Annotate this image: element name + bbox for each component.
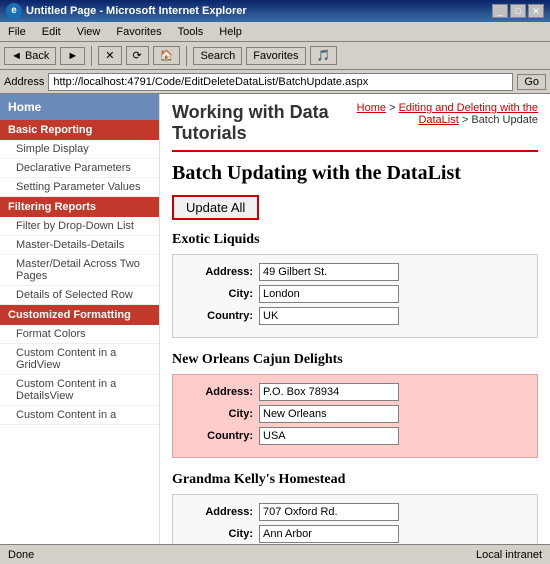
title-bar: e Untitled Page - Microsoft Internet Exp… (0, 0, 550, 22)
page-header: Working with Data Tutorials Home > Editi… (172, 102, 538, 152)
title-bar-left: e Untitled Page - Microsoft Internet Exp… (6, 3, 247, 19)
city-input[interactable] (259, 405, 399, 423)
company-section: Grandma Kelly's HomesteadAddress:City:Co… (172, 472, 538, 544)
companies-container: Exotic LiquidsAddress:City:Country:New O… (172, 232, 538, 544)
address-input[interactable] (259, 503, 399, 521)
update-all-button[interactable]: Update All (172, 195, 259, 220)
sidebar-item-custom-content-gridview[interactable]: Custom Content in a GridView (0, 344, 159, 375)
company-name: Grandma Kelly's Homestead (172, 472, 538, 488)
company-form: Address: City: Country: (172, 254, 538, 338)
address-input[interactable] (259, 263, 399, 281)
address-input[interactable] (48, 73, 513, 91)
address-bar: Address Go (0, 70, 550, 94)
ie-logo-icon: e (6, 3, 22, 19)
country-input[interactable] (259, 427, 399, 445)
minimize-button[interactable]: _ (492, 4, 508, 18)
status-text-right: Local intranet (476, 549, 542, 561)
sidebar-item-details-selected-row[interactable]: Details of Selected Row (0, 286, 159, 305)
country-label: Country: (183, 430, 253, 442)
company-form: Address: City: Country: (172, 374, 538, 458)
field-row-country: Country: (183, 307, 527, 325)
field-row-address: Address: (183, 263, 527, 281)
sidebar-item-format-colors[interactable]: Format Colors (0, 325, 159, 344)
company-name: New Orleans Cajun Delights (172, 352, 538, 368)
sidebar-section-basic-reporting: Basic Reporting (0, 120, 159, 140)
window-title: Untitled Page - Microsoft Internet Explo… (26, 5, 247, 17)
sidebar-item-custom-content-detailsview[interactable]: Custom Content in a DetailsView (0, 375, 159, 406)
toolbar-separator-1 (91, 46, 92, 66)
close-button[interactable]: ✕ (528, 4, 544, 18)
company-section: Exotic Liquids Address: City: Country: (172, 232, 538, 338)
toolbar: ◄ Back ► ✕ ⟳ 🏠 Search Favorites 🎵 (0, 42, 550, 70)
country-input[interactable] (259, 307, 399, 325)
menu-view[interactable]: View (73, 25, 105, 39)
sidebar-item-master-detail-two-pages[interactable]: Master/Detail Across Two Pages (0, 255, 159, 286)
media-button[interactable]: 🎵 (310, 46, 338, 65)
home-button[interactable]: 🏠 (153, 46, 181, 65)
sidebar-item-filter-dropdown[interactable]: Filter by Drop-Down List (0, 217, 159, 236)
stop-button[interactable]: ✕ (98, 46, 121, 65)
title-bar-controls[interactable]: _ □ ✕ (492, 4, 544, 18)
status-bar: Done Local intranet (0, 544, 550, 564)
toolbar-separator-2 (186, 46, 187, 66)
sidebar: Home Basic Reporting Simple Display Decl… (0, 94, 160, 544)
city-label: City: (183, 288, 253, 300)
sidebar-item-master-details[interactable]: Master-Details-Details (0, 236, 159, 255)
city-input[interactable] (259, 525, 399, 543)
breadcrumb: Home > Editing and Deleting with the Dat… (332, 102, 538, 126)
site-title: Working with Data Tutorials (172, 102, 332, 144)
menu-file[interactable]: File (4, 25, 30, 39)
menu-edit[interactable]: Edit (38, 25, 65, 39)
sidebar-home[interactable]: Home (0, 94, 159, 120)
address-input[interactable] (259, 383, 399, 401)
sidebar-section-filtering-reports: Filtering Reports (0, 197, 159, 217)
sidebar-item-custom-content-other[interactable]: Custom Content in a (0, 406, 159, 425)
content-area: Working with Data Tutorials Home > Editi… (160, 94, 550, 544)
main-container: Home Basic Reporting Simple Display Decl… (0, 94, 550, 544)
address-label: Address (4, 76, 44, 88)
favorites-button[interactable]: Favorites (246, 47, 305, 65)
address-label: Address: (183, 266, 253, 278)
field-row-address: Address: (183, 503, 527, 521)
field-row-address: Address: (183, 383, 527, 401)
maximize-button[interactable]: □ (510, 4, 526, 18)
city-label: City: (183, 408, 253, 420)
address-label: Address: (183, 506, 253, 518)
refresh-button[interactable]: ⟳ (126, 46, 149, 65)
sidebar-section-customized-formatting: Customized Formatting (0, 305, 159, 325)
field-row-city: City: (183, 285, 527, 303)
menu-bar: File Edit View Favorites Tools Help (0, 22, 550, 42)
company-name: Exotic Liquids (172, 232, 538, 248)
breadcrumb-home[interactable]: Home (357, 102, 386, 114)
company-form: Address:City:Country: (172, 494, 538, 544)
status-text-left: Done (8, 549, 34, 561)
sidebar-item-setting-parameter-values[interactable]: Setting Parameter Values (0, 178, 159, 197)
menu-tools[interactable]: Tools (174, 25, 208, 39)
breadcrumb-current: Batch Update (471, 114, 538, 126)
field-row-country: Country: (183, 427, 527, 445)
sidebar-item-simple-display[interactable]: Simple Display (0, 140, 159, 159)
menu-favorites[interactable]: Favorites (112, 25, 165, 39)
company-section: New Orleans Cajun Delights Address: City: C… (172, 352, 538, 458)
menu-help[interactable]: Help (215, 25, 246, 39)
sidebar-item-declarative-parameters[interactable]: Declarative Parameters (0, 159, 159, 178)
city-input[interactable] (259, 285, 399, 303)
search-button[interactable]: Search (193, 47, 242, 65)
forward-button[interactable]: ► (60, 47, 85, 65)
country-label: Country: (183, 310, 253, 322)
go-button[interactable]: Go (517, 74, 546, 90)
field-row-city: City: (183, 525, 527, 543)
city-label: City: (183, 528, 253, 540)
field-row-city: City: (183, 405, 527, 423)
address-label: Address: (183, 386, 253, 398)
back-button[interactable]: ◄ Back (4, 47, 56, 65)
page-title: Batch Updating with the DataList (172, 162, 538, 185)
